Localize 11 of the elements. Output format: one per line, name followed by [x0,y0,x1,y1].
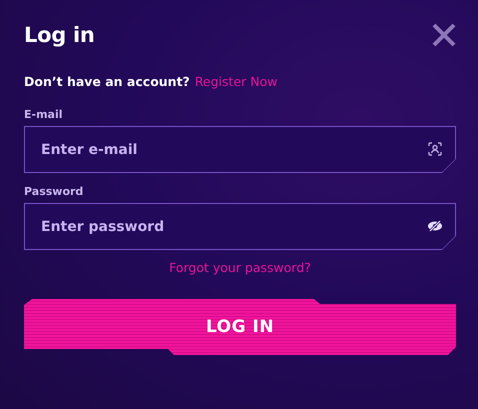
close-button[interactable] [430,21,458,49]
register-link[interactable]: Register Now [194,74,278,89]
person-scan-icon [426,140,444,158]
dialog-title: Log in [24,23,95,47]
forgot-password-link[interactable]: Forgot your password? [169,260,311,275]
login-button[interactable]: LOG IN [24,299,456,355]
input-field[interactable]: Enter password [24,203,456,250]
field-label: Password [24,185,84,198]
input-field[interactable]: Enter e-mail [24,126,456,173]
register-prompt: Don’t have an account? [24,74,190,89]
field-label: E-mail [24,108,64,121]
